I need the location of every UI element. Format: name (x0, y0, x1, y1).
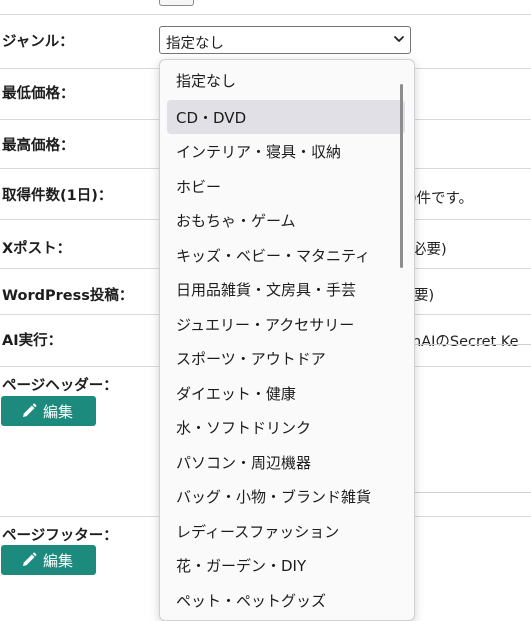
dropdown-option[interactable]: バッグ・小物・ブランド雑貨 (167, 479, 405, 513)
genre-select[interactable]: 指定なし (159, 26, 411, 54)
dropdown-option[interactable]: キッズ・ベビー・マタニティ (167, 238, 405, 272)
fetch-count-label: 取得件数(1日)： (2, 188, 113, 204)
previous-select-bottom (159, 0, 194, 6)
dropdown-option[interactable]: 日用品雑貨・文房具・手芸 (167, 272, 405, 306)
genre-dropdown-list[interactable]: 指定なし CD・DVD インテリア・寝具・収納 ホビー おもちゃ・ゲーム キッズ… (159, 59, 415, 621)
dropdown-option[interactable]: スポーツ・アウトドア (167, 341, 405, 375)
dropdown-option[interactable]: 水・ソフトドリンク (167, 410, 405, 444)
form-row-top (0, 0, 531, 15)
wordpress-label: WordPress投稿： (2, 288, 134, 304)
footer-edit-button[interactable]: 編集 (1, 545, 96, 575)
dropdown-option[interactable]: ダイエット・健康 (167, 376, 405, 410)
dropdown-option[interactable]: レディースファッション (167, 514, 405, 548)
dropdown-option[interactable]: おもちゃ・ゲーム (167, 203, 405, 237)
dropdown-option[interactable]: ジュエリー・アクセサリー (167, 307, 405, 341)
dropdown-option[interactable]: パソコン・周辺機器 (167, 445, 405, 479)
dropdown-option[interactable]: ホビー (167, 169, 405, 203)
dropdown-option-highlighted[interactable]: CD・DVD (167, 100, 405, 134)
wordpress-note: 要) (414, 288, 435, 304)
max-price-label: 最高価格： (2, 138, 75, 154)
header-edit-button[interactable]: 編集 (1, 396, 96, 426)
dropdown-option[interactable]: ペット・ペットグッズ (167, 583, 405, 617)
x-post-label: Xポスト： (2, 241, 72, 257)
min-price-label: 最低価格： (2, 86, 75, 102)
header-edit-label: 編集 (43, 403, 74, 421)
ai-key-note: nAIのSecret Ke (412, 334, 519, 350)
chevron-down-icon (394, 36, 404, 42)
x-post-note: 必要) (412, 242, 447, 258)
dropdown-option[interactable]: 花・ガーデン・DIY (167, 548, 405, 582)
genre-select-value: 指定なし (166, 36, 224, 52)
dropdown-scrollbar[interactable] (400, 84, 403, 268)
pencil-icon (23, 552, 37, 566)
footer-label: ページフッター： (2, 528, 118, 544)
footer-edit-label: 編集 (43, 552, 74, 570)
dropdown-option[interactable]: 指定なし (167, 63, 405, 97)
ai-input-edge[interactable] (412, 344, 531, 346)
header-label: ページヘッダー： (2, 378, 118, 394)
dropdown-option[interactable]: インテリア・寝具・収納 (167, 134, 405, 168)
header-editor-edge[interactable] (412, 492, 531, 494)
genre-label: ジャンル： (2, 34, 74, 50)
pencil-icon (23, 403, 37, 417)
ai-label: AI実行： (2, 333, 63, 349)
